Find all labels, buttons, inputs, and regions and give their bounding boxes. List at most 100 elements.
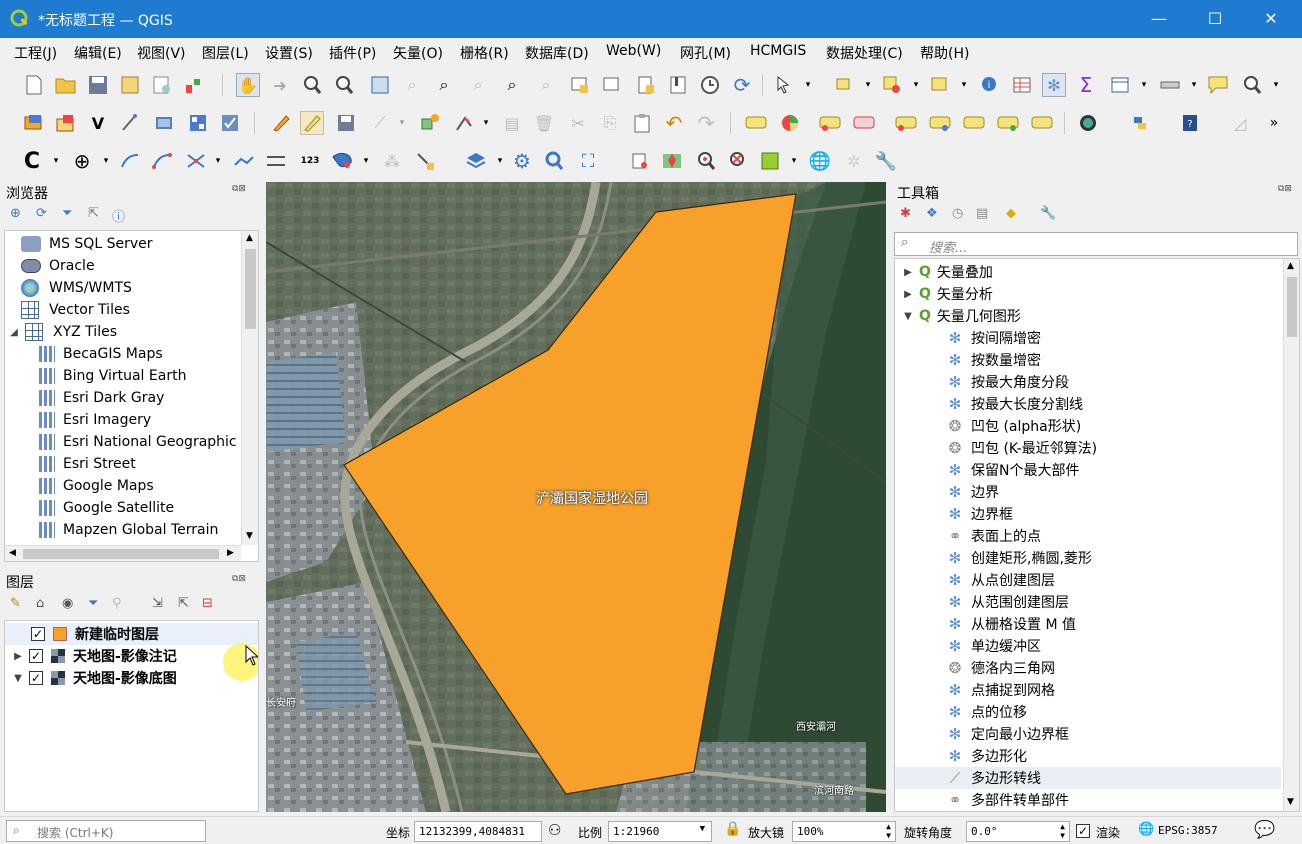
plugin-globe-icon[interactable] (1076, 111, 1100, 135)
toolbox-tool-item[interactable]: ✻ 保留N个最大部件 (947, 459, 1080, 481)
toolbox-tool-item[interactable]: ✻ 从栅格设置 M 值 (947, 613, 1076, 635)
maximize-button[interactable]: ☐ (1184, 0, 1246, 38)
chevron-down-icon[interactable]: ▾ (390, 111, 414, 135)
style-manager-icon[interactable] (182, 73, 206, 97)
close-button[interactable]: ✕ (1240, 0, 1302, 38)
c-plugin-icon[interactable]: C (20, 149, 44, 174)
scrollbar-thumb[interactable] (245, 249, 256, 329)
chevron-down-icon[interactable]: ▾ (1182, 73, 1206, 97)
layer-visibility-checkbox[interactable]: ✓ (29, 671, 43, 685)
scroll-down-icon[interactable]: ▼ (246, 531, 253, 541)
menu-edit[interactable]: 编辑(E) (74, 43, 122, 63)
menu-mesh[interactable]: 网孔(M) (680, 43, 731, 63)
zoom-in-icon[interactable] (300, 73, 324, 97)
chevron-down-icon[interactable]: ▾ (856, 73, 880, 97)
line-intersect-icon[interactable] (184, 149, 208, 173)
menu-web[interactable]: Web(W) (606, 43, 661, 59)
browser-item-tile[interactable]: Esri Dark Gray (39, 387, 164, 409)
collapsed-arrow-icon[interactable]: ▶ (901, 289, 915, 300)
paste-features-icon[interactable] (630, 111, 654, 135)
remove-layer-icon[interactable]: ⊟ (202, 596, 213, 611)
toolbox-tool-item[interactable]: ✻ 从范围创建图层 (947, 591, 1069, 613)
road-icon[interactable] (264, 149, 288, 173)
messages-icon[interactable]: 💬 (1254, 820, 1275, 840)
minimize-button[interactable]: — (1128, 0, 1190, 38)
menu-processing[interactable]: 数据处理(C) (826, 43, 903, 63)
chevron-down-icon[interactable]: ▾ (474, 111, 498, 135)
browser-item-tile[interactable]: Bing Virtual Earth (39, 365, 186, 387)
style-layer-icon[interactable]: ✎ (10, 596, 21, 611)
expanded-arrow-icon[interactable]: ▼ (11, 673, 25, 684)
toolbox-group-analysis[interactable]: ▶ Q 矢量分析 (901, 283, 993, 305)
menu-layer[interactable]: 图层(L) (202, 43, 249, 63)
zoom-next-icon[interactable]: ⌕ (534, 73, 558, 97)
toolbox-tool-item[interactable]: ✻ 多边形化 (947, 745, 1027, 767)
toggle-editing-icon[interactable] (300, 111, 324, 135)
toolbox-group-overlay[interactable]: ▶ Q 矢量叠加 (901, 261, 993, 283)
scroll-left-icon[interactable]: ◀ (9, 548, 16, 558)
expanded-arrow-icon[interactable]: ▼ (901, 311, 915, 322)
chevron-down-icon[interactable]: ▾ (782, 149, 806, 173)
zoom-to-point-icon[interactable] (694, 149, 718, 173)
zoom-native-icon[interactable]: ⌕ (466, 73, 490, 97)
layer-visibility-checkbox[interactable]: ✓ (31, 627, 45, 641)
scale-combobox[interactable]: 1:21960 ▼ (608, 821, 712, 842)
filter-icon[interactable]: ⏷ (62, 206, 72, 221)
add-database-layer-icon[interactable] (152, 111, 176, 135)
filter-expression-icon[interactable]: ⚲ (112, 596, 122, 611)
chevron-down-icon[interactable]: ▾ (354, 149, 378, 173)
undo-icon[interactable]: ↶ (662, 111, 686, 135)
toolbox-tool-item[interactable]: ✻ 边界 (947, 481, 999, 503)
browser-item-xyz[interactable]: ◢ XYZ Tiles (7, 321, 117, 343)
locator-search-input[interactable]: ⌕ 搜索 (Ctrl+K) (6, 820, 206, 842)
toolbox-tool-item[interactable]: ✻ 按间隔增密 (947, 327, 1041, 349)
polyline-tool-icon[interactable] (232, 149, 256, 173)
results-viewer-icon[interactable]: ▤ (976, 206, 988, 221)
spin-arrows-icon[interactable]: ▲ ▼ (886, 822, 891, 840)
numbering-icon[interactable]: 123 (298, 149, 322, 173)
show-bookmarks-icon[interactable] (666, 73, 690, 97)
toolbox-tool-item[interactable]: ❂ 凹包 (K-最近邻算法) (947, 437, 1097, 459)
toolbox-search-input[interactable]: ⌕ 搜索... (894, 232, 1298, 256)
toolbox-options-icon[interactable]: 🔧 (1040, 206, 1056, 221)
scrollbar-thumb[interactable] (1287, 277, 1297, 337)
help-contents-icon[interactable]: ? (1178, 111, 1202, 135)
chevron-down-icon[interactable]: ▾ (1264, 73, 1288, 97)
vertex-tool-icon[interactable] (452, 111, 476, 135)
layer-item-annotation[interactable]: ▶ ✓ 天地图-影像注记 (11, 645, 177, 667)
rotate-label-icon[interactable] (962, 111, 986, 135)
layer-item-basemap[interactable]: ▼ ✓ 天地图-影像底图 (11, 667, 177, 689)
toolbox-tool-item[interactable]: ✻ 边界框 (947, 503, 1013, 525)
scatter-icon[interactable]: ⁂ (380, 149, 404, 173)
toolbox-tool-item[interactable]: ❂ 凹包 (alpha形状) (947, 415, 1081, 437)
browser-horizontal-scrollbar[interactable]: ◀ ▶ (5, 545, 241, 561)
collapse-all-icon[interactable]: ⇱ (88, 206, 99, 221)
web-globe-icon[interactable]: 🌐 (808, 149, 832, 173)
profile-tool-icon[interactable]: ◿ (1228, 111, 1252, 135)
layer-item-temp[interactable]: ✓ 新建临时图层 (31, 623, 159, 645)
pan-to-selection-icon[interactable]: ➜ (268, 73, 292, 97)
browser-item-tile[interactable]: Google Maps (39, 475, 154, 497)
collapsed-arrow-icon[interactable]: ▶ (11, 651, 25, 662)
zoom-last-icon[interactable]: ⌕ (500, 73, 524, 97)
processing-toolbox-icon[interactable]: ✻ (1042, 73, 1066, 97)
menu-help[interactable]: 帮助(H) (920, 43, 969, 63)
add-layer-icon[interactable] (54, 111, 78, 135)
expand-all-icon[interactable]: ⇲ (152, 596, 163, 611)
change-label-icon[interactable] (996, 111, 1020, 135)
node-tool-icon[interactable] (414, 149, 438, 173)
edit-features-in-place-icon[interactable]: ◆ (1006, 206, 1016, 221)
history-icon[interactable]: ◷ (952, 206, 963, 221)
pin-unpin-labels-icon[interactable] (852, 111, 876, 135)
scrollbar-thumb[interactable] (23, 549, 219, 559)
refresh-icon[interactable]: ⟳ (730, 73, 754, 97)
manage-visibility-icon[interactable]: ◉ (62, 596, 73, 611)
attribute-table-icon[interactable] (1010, 73, 1034, 97)
full-extent-icon[interactable]: ⛶ (576, 149, 600, 173)
info-icon[interactable]: ⓘ (112, 206, 125, 225)
toolbox-tool-item[interactable]: ❂ 德洛内三角网 (947, 657, 1055, 679)
extent-box-icon[interactable] (758, 149, 782, 173)
spin-arrows-icon[interactable]: ▲ ▼ (1060, 822, 1065, 840)
browser-item-mssql[interactable]: MS SQL Server (21, 233, 152, 255)
render-checkbox[interactable]: ✓ (1076, 824, 1090, 838)
